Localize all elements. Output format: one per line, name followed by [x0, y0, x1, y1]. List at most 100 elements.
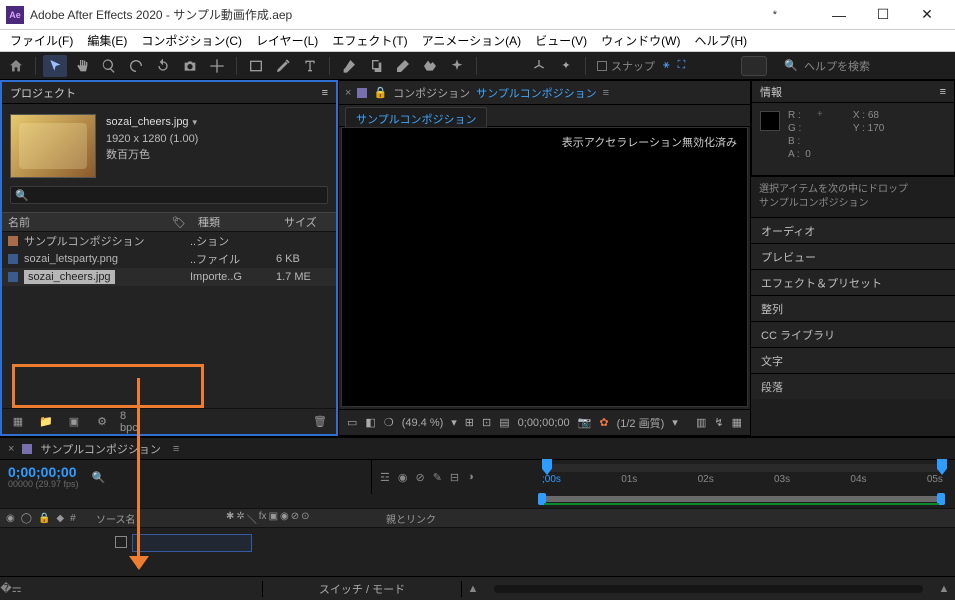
menu-edit[interactable]: 編集(E): [81, 30, 133, 51]
panel-cclib[interactable]: CC ライブラリ: [751, 321, 955, 347]
camera-tool[interactable]: [178, 55, 202, 77]
info-tab[interactable]: 情報: [760, 84, 782, 100]
timeline-zoom-slider[interactable]: [494, 585, 923, 593]
eraser-tool[interactable]: [391, 55, 415, 77]
panel-align[interactable]: 整列: [751, 295, 955, 321]
toggle-switches-button[interactable]: �⚎: [0, 582, 22, 595]
resolution-icon[interactable]: ⊞: [465, 416, 474, 429]
parent-link-column[interactable]: 親とリンク: [380, 511, 520, 526]
bpc-button[interactable]: 8 bpc: [120, 413, 140, 431]
puppet-tool[interactable]: [445, 55, 469, 77]
solo-column-icon[interactable]: ◯: [21, 513, 32, 524]
rotate-tool[interactable]: [151, 55, 175, 77]
tl-3d-icon[interactable]: ⊟: [450, 471, 459, 484]
timeline-zoom-out[interactable]: ▲: [462, 583, 484, 595]
help-search[interactable]: 🔍 ヘルプを検索: [778, 58, 951, 74]
project-row-file-selected[interactable]: sozai_cheers.jpg Importe..G 1.7 ME: [2, 268, 336, 286]
delete-button[interactable]: 🗑: [310, 413, 330, 431]
menu-window[interactable]: ウィンドウ(W): [595, 30, 686, 51]
brush-tool[interactable]: [337, 55, 361, 77]
roto-tool[interactable]: [418, 55, 442, 77]
channels-icon[interactable]: ▤: [499, 416, 509, 429]
comp-tab-close-icon[interactable]: ×: [345, 87, 351, 99]
quality-value[interactable]: (1/2 画質): [617, 415, 665, 431]
home-button[interactable]: [4, 55, 28, 77]
timeline-search[interactable]: 🔍: [89, 469, 109, 485]
composition-viewer[interactable]: 表示アクセラレーション無効化済み: [341, 127, 748, 407]
timeline-tab-close-icon[interactable]: ×: [8, 443, 14, 455]
panel-menu-icon[interactable]: ≡: [322, 87, 328, 99]
menu-effect[interactable]: エフェクト(T): [326, 30, 413, 51]
rectangle-tool[interactable]: [244, 55, 268, 77]
timeline-timecode[interactable]: 0;00;00;00: [8, 465, 79, 479]
panel-audio[interactable]: オーディオ: [751, 217, 955, 243]
tl-graph-icon[interactable]: ✎: [433, 471, 442, 484]
panel-para[interactable]: 段落: [751, 373, 955, 399]
lock-column-icon[interactable]: 🔒: [38, 513, 50, 524]
comp-lock-icon[interactable]: 🔒: [373, 86, 387, 99]
workspace-switcher[interactable]: [741, 56, 767, 76]
tag-icon[interactable]: 🏷: [172, 217, 186, 229]
menu-help[interactable]: ヘルプ(H): [689, 30, 754, 51]
panel-effects[interactable]: エフェクト＆プリセット: [751, 269, 955, 295]
project-tab[interactable]: プロジェクト: [10, 85, 76, 101]
alpha-icon[interactable]: ◧: [365, 416, 375, 429]
viewer-time[interactable]: 0;00;00;00: [518, 417, 570, 429]
snap-options-icon[interactable]: ⚹: [663, 59, 670, 72]
layer-drop-checkbox[interactable]: [115, 536, 127, 548]
panel-char[interactable]: 文字: [751, 347, 955, 373]
new-folder-button[interactable]: 📁: [36, 413, 56, 431]
window-minimize-button[interactable]: —: [817, 1, 861, 29]
project-settings-button[interactable]: ⚙: [92, 413, 112, 431]
panel-menu-icon[interactable]: ≡: [940, 86, 946, 98]
label-column-icon[interactable]: ◆: [56, 513, 64, 524]
pen-tool[interactable]: [271, 55, 295, 77]
interpret-footage-button[interactable]: ▦: [8, 413, 28, 431]
view-layout-icon[interactable]: ▦: [732, 416, 742, 429]
tl-draft-icon[interactable]: ◑: [467, 471, 474, 483]
source-name-column[interactable]: ソース名: [90, 511, 220, 526]
axis-tool[interactable]: [527, 55, 551, 77]
magnification-icon[interactable]: ▭: [347, 416, 357, 429]
chevron-down-icon[interactable]: ▾: [451, 416, 457, 429]
type-tool[interactable]: [298, 55, 322, 77]
tl-frameblend-icon[interactable]: ◉: [398, 471, 408, 484]
menu-view[interactable]: ビュー(V): [529, 30, 593, 51]
layer-drop-target[interactable]: [132, 534, 252, 552]
work-area-end-handle[interactable]: [937, 493, 945, 505]
tl-mb-icon[interactable]: ⊘: [415, 471, 424, 484]
zoom-value[interactable]: (49.4 %): [402, 417, 444, 429]
orbit-tool[interactable]: [124, 55, 148, 77]
timeline-layers-area[interactable]: [0, 528, 955, 576]
snapshot-icon[interactable]: 📷: [578, 416, 592, 429]
menu-animation[interactable]: アニメーション(A): [416, 30, 528, 51]
color-mgmt-icon[interactable]: ✿: [599, 416, 608, 429]
mesh-tool[interactable]: ✦: [554, 55, 578, 77]
window-close-button[interactable]: ✕: [905, 1, 949, 29]
tl-shy-icon[interactable]: ☲: [380, 471, 390, 484]
project-search-input[interactable]: 🔍: [10, 186, 328, 204]
footage-dropdown-icon[interactable]: [189, 116, 199, 128]
new-comp-button[interactable]: ▣: [64, 413, 84, 431]
index-column-icon[interactable]: #: [70, 513, 76, 524]
snap-toggle[interactable]: スナップ ⚹ ⛶: [597, 58, 685, 74]
timeline-zoom-in[interactable]: ▲: [933, 583, 955, 595]
panel-menu-icon[interactable]: ≡: [603, 87, 609, 99]
snap-bounds-icon[interactable]: ⛶: [678, 59, 686, 72]
clone-tool[interactable]: [364, 55, 388, 77]
panel-preview[interactable]: プレビュー: [751, 243, 955, 269]
timeline-tab-name[interactable]: サンプルコンポジション: [40, 441, 160, 457]
eye-column-icon[interactable]: ◉: [6, 513, 15, 524]
panel-menu-icon[interactable]: ≡: [173, 443, 179, 455]
window-maximize-button[interactable]: ☐: [861, 1, 905, 29]
comp-flow-icon[interactable]: ↯: [714, 416, 723, 429]
exposure-icon[interactable]: ▥: [696, 416, 706, 429]
menu-composition[interactable]: コンポジション(C): [135, 30, 248, 51]
work-area-start-handle[interactable]: [538, 493, 546, 505]
menu-layer[interactable]: レイヤー(L): [250, 30, 324, 51]
timeline-ruler[interactable]: ;00s01s02s03s04s05s: [536, 460, 955, 494]
footage-thumbnail[interactable]: [10, 114, 96, 178]
work-area-bar[interactable]: [544, 496, 939, 502]
hand-tool[interactable]: [70, 55, 94, 77]
guides-icon[interactable]: ⊡: [482, 416, 491, 429]
